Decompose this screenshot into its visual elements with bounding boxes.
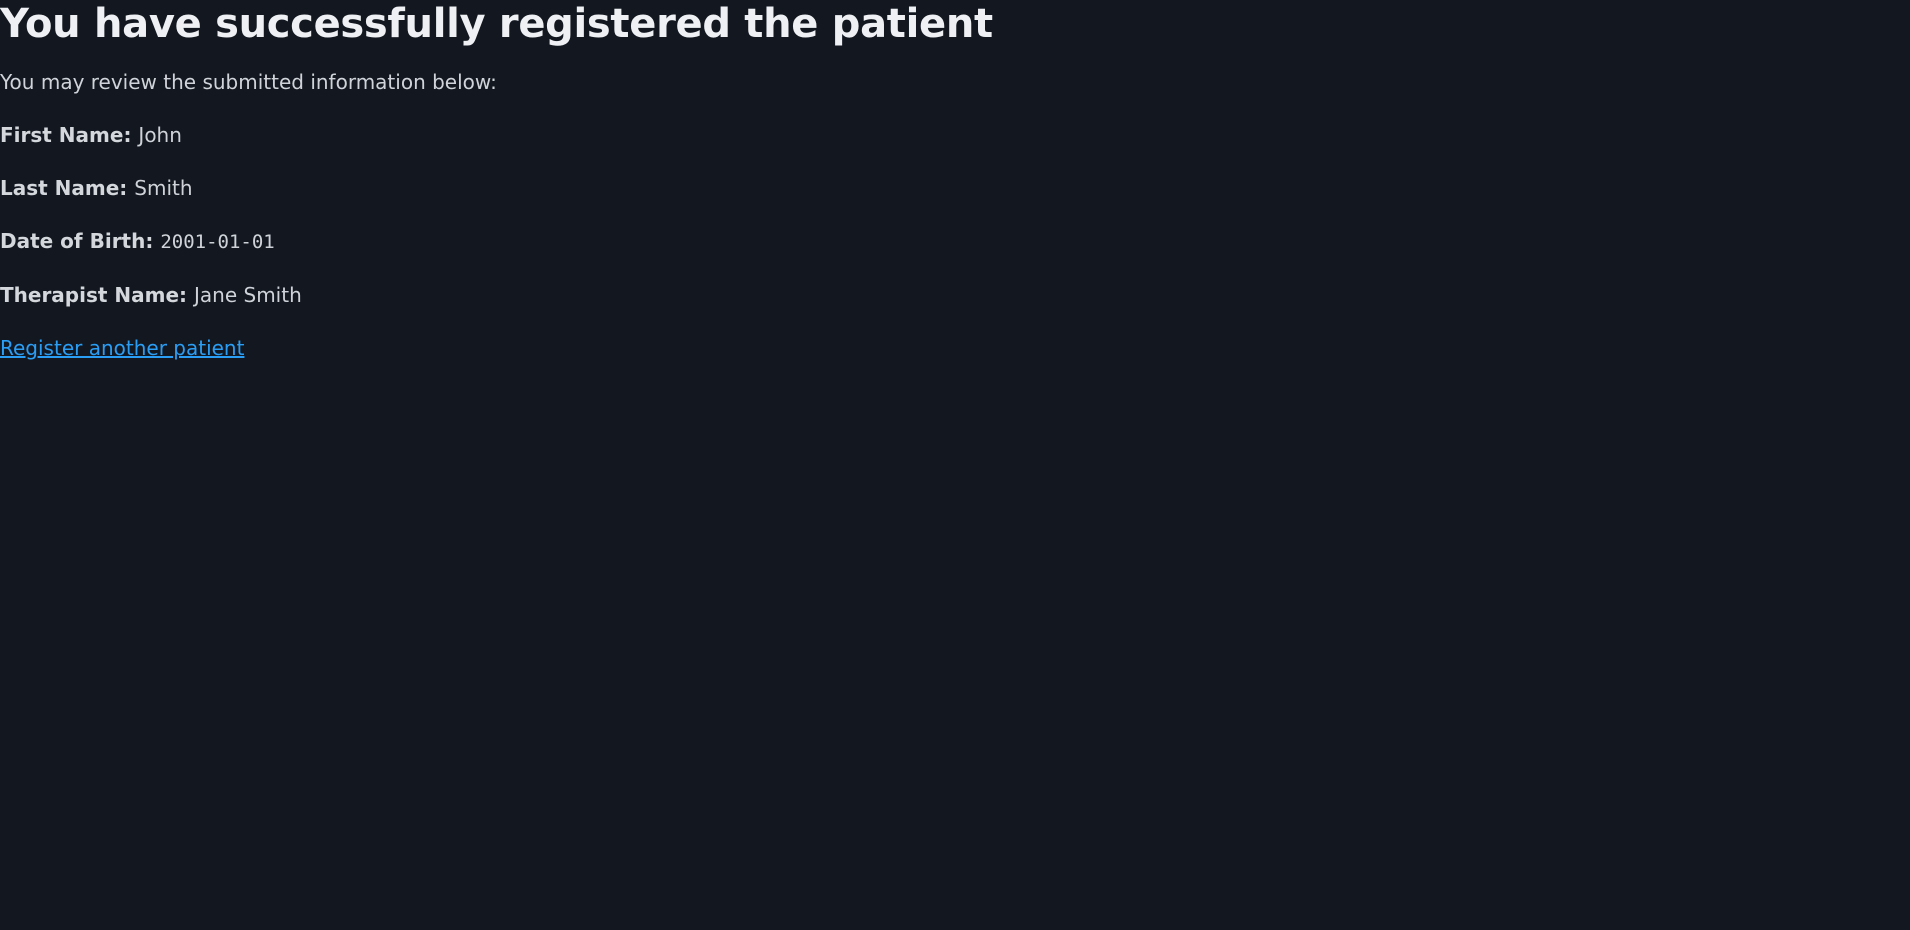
date-of-birth-row: Date of Birth: 2001-01-01 [0,229,1910,254]
first-name-label: First Name: [0,123,139,147]
page: You have successfully registered the pat… [0,0,1910,930]
last-name-row: Last Name: Smith [0,176,1910,200]
therapist-name-row: Therapist Name: Jane Smith [0,283,1910,307]
first-name-row: First Name: John [0,123,1910,147]
register-another-patient-link[interactable]: Register another patient [0,336,244,360]
therapist-name-label: Therapist Name: [0,283,195,307]
last-name-value: Smith [134,176,193,200]
intro-text: You may review the submitted information… [0,70,497,94]
therapist-name-value: Jane Smith [194,283,302,307]
date-of-birth-value: 2001-01-01 [160,231,275,253]
date-of-birth-label: Date of Birth: [0,229,161,253]
page-title: You have successfully registered the pat… [0,1,993,47]
first-name-value: John [138,123,182,147]
last-name-label: Last Name: [0,176,135,200]
